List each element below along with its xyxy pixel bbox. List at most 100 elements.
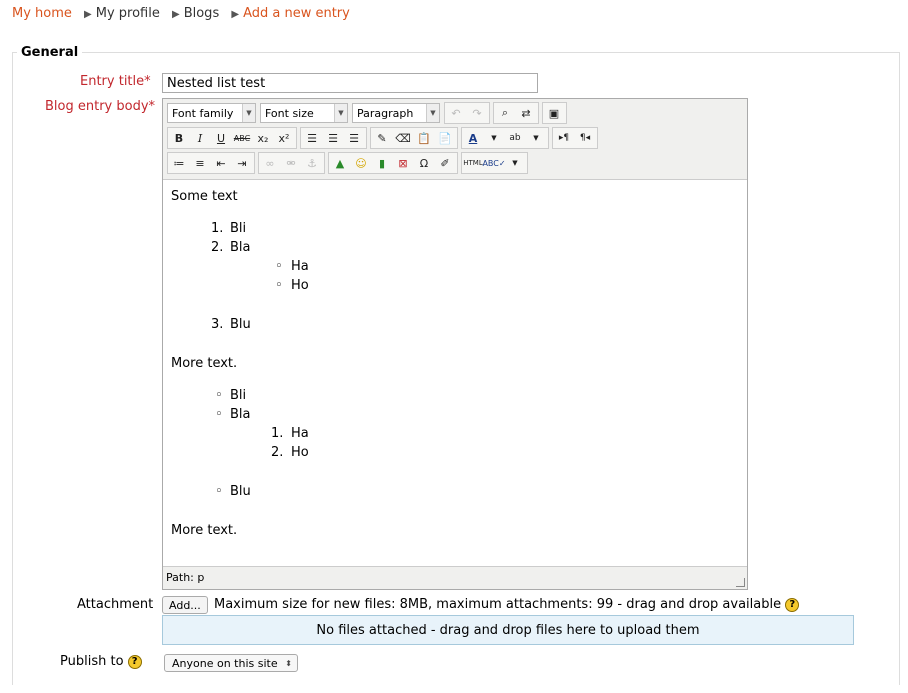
breadcrumb-separator-icon: ▶ bbox=[231, 9, 240, 20]
bullet-list-icon[interactable]: ≔ bbox=[169, 153, 189, 173]
subscript-icon[interactable]: x₂ bbox=[253, 128, 273, 148]
direction-group: ▸¶ ¶◂ bbox=[552, 127, 598, 149]
list-group: ≔ ≡ ⇤ ⇥ bbox=[167, 152, 255, 174]
paste-text-icon[interactable]: 📋 bbox=[414, 128, 434, 148]
attachment-label: Attachment bbox=[77, 597, 154, 612]
underline-icon[interactable]: U bbox=[211, 128, 231, 148]
history-group: ↶ ↷ bbox=[444, 102, 490, 124]
chevron-down-icon[interactable]: ▼ bbox=[505, 153, 525, 173]
list-item: Bla bbox=[230, 407, 251, 422]
toolbar-row-3: ≔ ≡ ⇤ ⇥ ∞ ⚮ ⚓ ▲ ☺ ▮ ⊠ Ω ✐ HTML ABC✓ ▼ bbox=[167, 152, 531, 174]
list-marker: 2. bbox=[271, 445, 284, 460]
image-icon[interactable]: ▲ bbox=[330, 153, 350, 173]
breadcrumb-current-link[interactable]: Add a new entry bbox=[243, 6, 350, 21]
circle-bullet-icon: ◦ bbox=[275, 278, 283, 293]
entry-title-input[interactable] bbox=[162, 73, 538, 93]
chevron-down-icon: ▼ bbox=[334, 104, 347, 122]
required-icon: * bbox=[148, 99, 156, 114]
superscript-icon[interactable]: x² bbox=[274, 128, 294, 148]
link-icon[interactable]: ∞ bbox=[260, 153, 280, 173]
replace-icon[interactable]: ⇄ bbox=[516, 103, 536, 123]
toolbar-row-2: B I U ABC x₂ x² ☰ ☰ ☰ ✎ ⌫ 📋 📄 A ▼ ab ▼ ▸… bbox=[167, 127, 601, 149]
breadcrumb: My home ▶ My profile ▶ Blogs ▶ Add a new en… bbox=[12, 6, 350, 21]
find-icon[interactable]: ⌕ bbox=[495, 103, 515, 123]
editor-content-area[interactable]: Some text 1. Bli 2. Bla ◦ Ha ◦ Ho 3. Blu… bbox=[163, 179, 747, 567]
list-marker: 3. bbox=[211, 317, 224, 332]
attachment-info: Maximum size for new files: 8MB, maximum… bbox=[214, 597, 800, 612]
required-icon: * bbox=[144, 74, 151, 89]
font-family-select[interactable]: Font family ▼ bbox=[167, 103, 256, 123]
editor-path: Path: p bbox=[166, 571, 205, 584]
chevron-down-icon[interactable]: ▼ bbox=[484, 128, 504, 148]
rtl-icon[interactable]: ¶◂ bbox=[575, 128, 595, 148]
chevron-down-icon[interactable]: ▼ bbox=[526, 128, 546, 148]
publish-label: Publish to ? bbox=[60, 654, 142, 669]
paragraph: More text. bbox=[171, 356, 238, 371]
list-marker: 2. bbox=[211, 240, 224, 255]
special-char-icon[interactable]: Ω bbox=[414, 153, 434, 173]
paragraph: More text. bbox=[171, 523, 238, 538]
circle-bullet-icon: ◦ bbox=[215, 388, 223, 403]
format-select[interactable]: Paragraph ▼ bbox=[352, 103, 440, 123]
circle-bullet-icon: ◦ bbox=[215, 407, 223, 422]
general-legend: General bbox=[21, 45, 79, 60]
bold-icon[interactable]: B bbox=[169, 128, 189, 148]
redo-icon[interactable]: ↷ bbox=[467, 103, 487, 123]
list-item: Bli bbox=[230, 221, 247, 236]
list-item: Blu bbox=[230, 484, 251, 499]
strikethrough-icon[interactable]: ABC bbox=[232, 128, 252, 148]
eraser-icon[interactable]: ⌫ bbox=[393, 128, 413, 148]
entry-title-label: Entry title* bbox=[80, 74, 151, 89]
html-source-icon[interactable]: HTML bbox=[463, 153, 483, 173]
italic-icon[interactable]: I bbox=[190, 128, 210, 148]
list-item: Bli bbox=[230, 388, 247, 403]
emoticon-icon[interactable]: ☺ bbox=[351, 153, 371, 173]
nolink-icon[interactable]: ⊠ bbox=[393, 153, 413, 173]
unlink-icon[interactable]: ⚮ bbox=[281, 153, 301, 173]
outdent-icon[interactable]: ⇤ bbox=[211, 153, 231, 173]
blog-body-label: Blog entry body* bbox=[45, 99, 156, 114]
dropzone-text: No files attached - drag and drop files … bbox=[316, 622, 700, 638]
align-center-icon[interactable]: ☰ bbox=[323, 128, 343, 148]
indent-icon[interactable]: ⇥ bbox=[232, 153, 252, 173]
font-size-select[interactable]: Font size ▼ bbox=[260, 103, 348, 123]
help-icon[interactable]: ? bbox=[127, 654, 142, 669]
text-style-group: B I U ABC x₂ x² bbox=[167, 127, 297, 149]
text-color-icon[interactable]: A bbox=[463, 128, 483, 148]
circle-bullet-icon: ◦ bbox=[215, 484, 223, 499]
add-attachment-button[interactable]: Add... bbox=[162, 596, 208, 614]
color-group: A ▼ ab ▼ bbox=[461, 127, 549, 149]
align-left-icon[interactable]: ☰ bbox=[302, 128, 322, 148]
font-family-label: Font family bbox=[172, 106, 234, 120]
numbered-list-icon[interactable]: ≡ bbox=[190, 153, 210, 173]
align-right-icon[interactable]: ☰ bbox=[344, 128, 364, 148]
anchor-icon[interactable]: ⚓ bbox=[302, 153, 322, 173]
search-group: ⌕ ⇄ bbox=[493, 102, 539, 124]
chevron-down-icon: ▼ bbox=[242, 104, 255, 122]
attachment-info-text: Maximum size for new files: 8MB, maximum… bbox=[214, 597, 782, 612]
breadcrumb-home-link[interactable]: My home bbox=[12, 6, 72, 21]
font-size-label: Font size bbox=[265, 106, 314, 120]
spellcheck-icon[interactable]: ABC✓ bbox=[482, 153, 505, 173]
help-icon[interactable]: ? bbox=[785, 597, 800, 612]
paste-word-icon[interactable]: 📄 bbox=[435, 128, 455, 148]
media-icon[interactable]: ▮ bbox=[372, 153, 392, 173]
resize-handle-icon[interactable] bbox=[736, 578, 745, 587]
publish-value: Anyone on this site bbox=[172, 656, 278, 670]
breadcrumb-profile-link[interactable]: My profile bbox=[96, 6, 160, 21]
toolbar-row-1: Font family ▼ Font size ▼ Paragraph ▼ ↶ ↷ ⌕… bbox=[167, 102, 570, 124]
fullscreen-icon[interactable]: ▣ bbox=[544, 103, 564, 123]
breadcrumb-blogs-link[interactable]: Blogs bbox=[184, 6, 220, 21]
insert-group: ▲ ☺ ▮ ⊠ Ω ✐ bbox=[328, 152, 458, 174]
cleanup-brush-icon[interactable]: ✎ bbox=[372, 128, 392, 148]
publish-select[interactable]: Anyone on this site ⬍ bbox=[164, 654, 298, 672]
align-group: ☰ ☰ ☰ bbox=[300, 127, 367, 149]
undo-icon[interactable]: ↶ bbox=[446, 103, 466, 123]
list-item: Ha bbox=[291, 259, 309, 274]
highlight-color-icon[interactable]: ab bbox=[505, 128, 525, 148]
clipboard-group: ✎ ⌫ 📋 📄 bbox=[370, 127, 458, 149]
file-dropzone[interactable]: No files attached - drag and drop files … bbox=[162, 615, 854, 645]
edit-icon[interactable]: ✐ bbox=[435, 153, 455, 173]
ltr-icon[interactable]: ▸¶ bbox=[554, 128, 574, 148]
chevron-down-icon: ▼ bbox=[426, 104, 439, 122]
